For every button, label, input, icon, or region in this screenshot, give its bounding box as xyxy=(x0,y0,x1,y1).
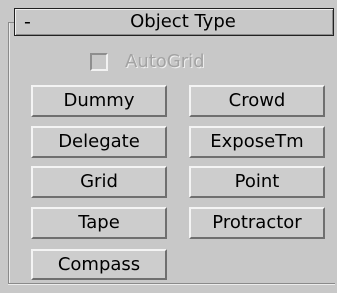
autogrid-option: AutoGrid xyxy=(90,49,205,75)
autogrid-label: AutoGrid xyxy=(125,51,205,72)
delegate-button[interactable]: Delegate xyxy=(31,126,167,158)
exposetm-button[interactable]: ExposeTm xyxy=(189,126,325,158)
point-button[interactable]: Point xyxy=(189,166,325,198)
protractor-button[interactable]: Protractor xyxy=(189,207,325,239)
rollout-title: Object Type xyxy=(130,11,236,32)
autogrid-checkbox[interactable] xyxy=(90,53,108,71)
grid-button[interactable]: Grid xyxy=(31,166,167,198)
tape-button[interactable]: Tape xyxy=(31,207,167,239)
dummy-button[interactable]: Dummy xyxy=(31,85,167,117)
compass-button[interactable]: Compass xyxy=(31,249,167,280)
crowd-button[interactable]: Crowd xyxy=(189,85,325,117)
object-type-rollout-header[interactable]: - Object Type xyxy=(14,8,334,36)
